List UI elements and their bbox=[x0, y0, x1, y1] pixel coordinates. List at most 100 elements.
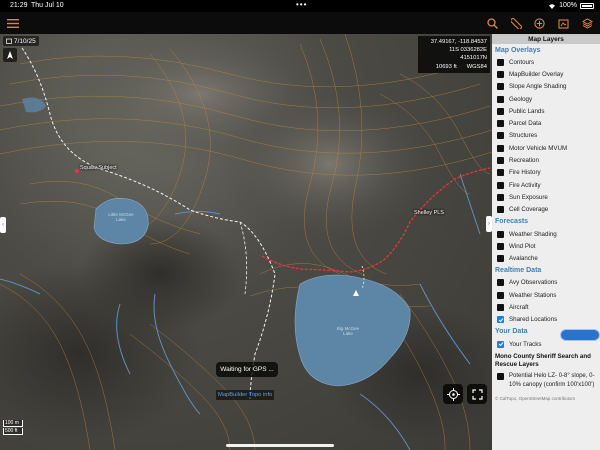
layer-label: Avy Observations bbox=[509, 279, 558, 287]
layer-toggle[interactable]: Contours bbox=[492, 56, 600, 68]
layer-toggle[interactable]: MapBuilder Overlay bbox=[492, 68, 600, 80]
layer-toggle[interactable]: Slope Angle Shading bbox=[492, 81, 600, 93]
toolbar bbox=[0, 12, 600, 34]
panel-title: Map Layers bbox=[492, 34, 600, 44]
layer-label: Parcel Data bbox=[509, 120, 542, 128]
layer-label: Cell Coverage bbox=[509, 206, 549, 214]
layer-label: Recreation bbox=[509, 157, 539, 165]
add-icon[interactable] bbox=[530, 14, 548, 32]
checkbox[interactable] bbox=[497, 291, 504, 299]
layer-label: Weather Stations bbox=[509, 291, 557, 299]
checkbox[interactable] bbox=[497, 230, 504, 238]
ruler-icon[interactable] bbox=[507, 14, 525, 32]
status-bar: 21:29 Thu Jul 10 ••• 100% bbox=[0, 0, 600, 12]
checkbox[interactable] bbox=[497, 193, 504, 201]
layer-info-link[interactable]: MapBuilder Topo info bbox=[216, 390, 275, 400]
scale-metric: 100 m bbox=[3, 420, 23, 427]
checkbox[interactable] bbox=[497, 303, 504, 311]
checkbox[interactable] bbox=[497, 340, 504, 348]
checkbox[interactable] bbox=[497, 373, 504, 381]
section-title: Map Overlays bbox=[495, 46, 541, 54]
checkbox[interactable] bbox=[497, 70, 504, 78]
layer-toggle[interactable]: Aircraft bbox=[492, 301, 600, 313]
layer-toggle[interactable]: Wind Plot bbox=[492, 240, 600, 252]
layer-label: Shared Locations bbox=[509, 316, 558, 324]
checkbox[interactable] bbox=[497, 58, 504, 66]
checkbox[interactable] bbox=[497, 132, 504, 140]
map-layers-panel: Map Layers Map Overlays Contours MapBuilde… bbox=[492, 34, 600, 450]
layer-label: Weather Shading bbox=[509, 230, 557, 238]
shared-locations-options-pill[interactable] bbox=[560, 329, 600, 341]
date-badge[interactable]: 7/10/25 bbox=[3, 36, 39, 46]
section-title: Realtime Data bbox=[495, 267, 542, 275]
layer-toggle[interactable]: Avalanche bbox=[492, 252, 600, 264]
layer-toggle[interactable]: Weather Shading bbox=[492, 228, 600, 240]
checkbox[interactable] bbox=[497, 255, 504, 263]
checkbox[interactable] bbox=[497, 206, 504, 214]
fullscreen-button[interactable] bbox=[467, 384, 487, 404]
checkbox[interactable] bbox=[497, 95, 504, 103]
battery-icon bbox=[580, 2, 594, 9]
waypoint-label[interactable]: Squaw Subject bbox=[80, 165, 117, 171]
checkbox[interactable] bbox=[497, 107, 504, 115]
layer-toggle[interactable]: Fire Activity bbox=[492, 179, 600, 191]
checkbox[interactable] bbox=[497, 120, 504, 128]
layer-toggle[interactable]: Motor Vehicle MVUM bbox=[492, 142, 600, 154]
layer-label: Fire Activity bbox=[509, 181, 541, 189]
wifi-icon bbox=[549, 3, 556, 9]
layer-label: Contours bbox=[509, 58, 535, 66]
layer-label: Sun Exposure bbox=[509, 193, 548, 201]
checkbox[interactable] bbox=[497, 316, 504, 324]
status-time: 21:29 bbox=[10, 2, 28, 9]
left-drawer-handle[interactable]: ‹ bbox=[0, 217, 6, 233]
layer-toggle[interactable]: Structures bbox=[492, 130, 600, 142]
multitask-dots-icon[interactable]: ••• bbox=[296, 0, 307, 9]
layer-toggle[interactable]: Recreation bbox=[492, 154, 600, 166]
layer-toggle[interactable]: Weather Stations bbox=[492, 289, 600, 301]
scale-imperial: 500 ft bbox=[3, 428, 23, 435]
layer-label: Aircraft bbox=[509, 303, 529, 311]
layer-toggle-helo-lz[interactable]: Potential Helo LZ- 0-8° slope, 0-10% can… bbox=[492, 369, 600, 390]
checkbox[interactable] bbox=[497, 169, 504, 177]
sheriff-section-title: Mono County Sheriff Search and Rescue La… bbox=[495, 353, 591, 369]
checkbox[interactable] bbox=[497, 83, 504, 91]
home-indicator[interactable] bbox=[226, 444, 334, 447]
compass-icon[interactable] bbox=[3, 48, 17, 62]
lake-label: Big McGee Lake bbox=[336, 326, 360, 336]
layer-label: MapBuilder Overlay bbox=[509, 70, 564, 78]
layer-toggle[interactable]: Geology bbox=[492, 93, 600, 105]
layer-toggle[interactable]: Cell Coverage bbox=[492, 204, 600, 216]
layer-label: Potential Helo LZ- 0-8° slope, 0-10% can… bbox=[509, 373, 595, 389]
battery-percent: 100% bbox=[559, 2, 577, 9]
checkbox[interactable] bbox=[497, 279, 504, 287]
expand-icon bbox=[471, 388, 483, 400]
layer-toggle[interactable]: Avy Observations bbox=[492, 277, 600, 289]
locate-me-button[interactable] bbox=[443, 384, 463, 404]
layer-toggle[interactable]: Parcel Data bbox=[492, 117, 600, 129]
map-pin-icon[interactable] bbox=[554, 14, 572, 32]
layers-icon[interactable] bbox=[578, 14, 596, 32]
date-badge-label: 7/10/25 bbox=[14, 37, 36, 45]
calendar-icon bbox=[6, 38, 12, 44]
search-icon[interactable] bbox=[483, 14, 501, 32]
layer-toggle[interactable]: Sun Exposure bbox=[492, 191, 600, 203]
menu-icon[interactable] bbox=[4, 14, 22, 32]
map-view[interactable]: 7/10/25 37.49167, -118.84537 11S 0336282… bbox=[0, 34, 492, 450]
utm-readout: 11S 0336282E 4151017N bbox=[449, 47, 487, 62]
checkbox[interactable] bbox=[497, 144, 504, 152]
layer-toggle[interactable]: Shared Locations bbox=[492, 314, 600, 326]
latlon-readout: 37.49167, -118.84537 bbox=[430, 39, 487, 45]
layer-label: Geology bbox=[509, 95, 533, 103]
section-title: Forecasts bbox=[495, 218, 529, 226]
layer-label: Avalanche bbox=[509, 255, 538, 263]
lake-label: Little McGee Lake bbox=[108, 212, 134, 222]
checkbox[interactable] bbox=[497, 181, 504, 189]
crosshair-icon bbox=[446, 387, 460, 401]
layer-toggle[interactable]: Public Lands bbox=[492, 105, 600, 117]
status-date: Thu Jul 10 bbox=[31, 2, 64, 9]
waypoint-label[interactable]: Shelley PLS bbox=[414, 210, 444, 216]
layer-label: Motor Vehicle MVUM bbox=[509, 144, 568, 152]
layer-toggle[interactable]: Fire History bbox=[492, 167, 600, 179]
checkbox[interactable] bbox=[497, 242, 504, 250]
checkbox[interactable] bbox=[497, 157, 504, 165]
